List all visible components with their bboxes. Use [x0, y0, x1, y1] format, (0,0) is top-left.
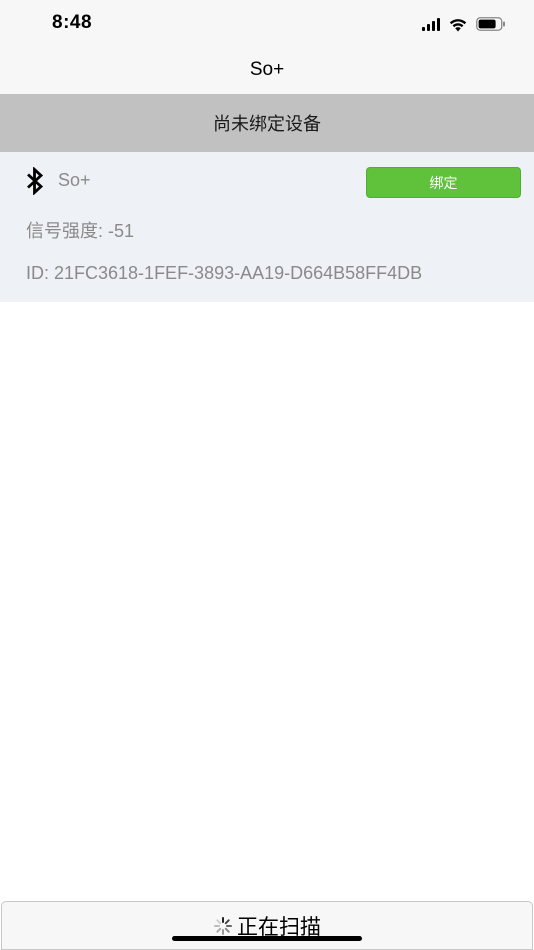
app-screen: 8:48 So+ 尚未绑定设备 So+ 绑定 信号强度: -51 ID: 21F…: [0, 0, 534, 950]
bluetooth-icon: [27, 167, 44, 195]
home-indicator: [172, 936, 362, 941]
banner-text: 尚未绑定设备: [213, 114, 321, 134]
signal-strength: 信号强度: -51: [26, 221, 135, 241]
cellular-signal-icon: [422, 17, 440, 31]
navigation-bar: So+: [0, 46, 534, 94]
device-id: ID: 21FC3618-1FEF-3893-AA19-D664B58FF4DB: [26, 263, 423, 283]
status-time: 8:48: [52, 12, 93, 33]
spinner-icon: [214, 916, 232, 935]
unbound-status-banner: 尚未绑定设备: [0, 94, 534, 152]
bind-button[interactable]: 绑定: [366, 167, 521, 198]
status-icons: [422, 15, 506, 33]
wifi-icon: [449, 18, 467, 31]
scanning-button[interactable]: 正在扫描: [1, 901, 533, 950]
battery-icon: [476, 17, 505, 31]
status-bar: 8:48: [0, 0, 534, 46]
page-title: So+: [249, 59, 285, 80]
device-name: So+: [58, 170, 91, 190]
